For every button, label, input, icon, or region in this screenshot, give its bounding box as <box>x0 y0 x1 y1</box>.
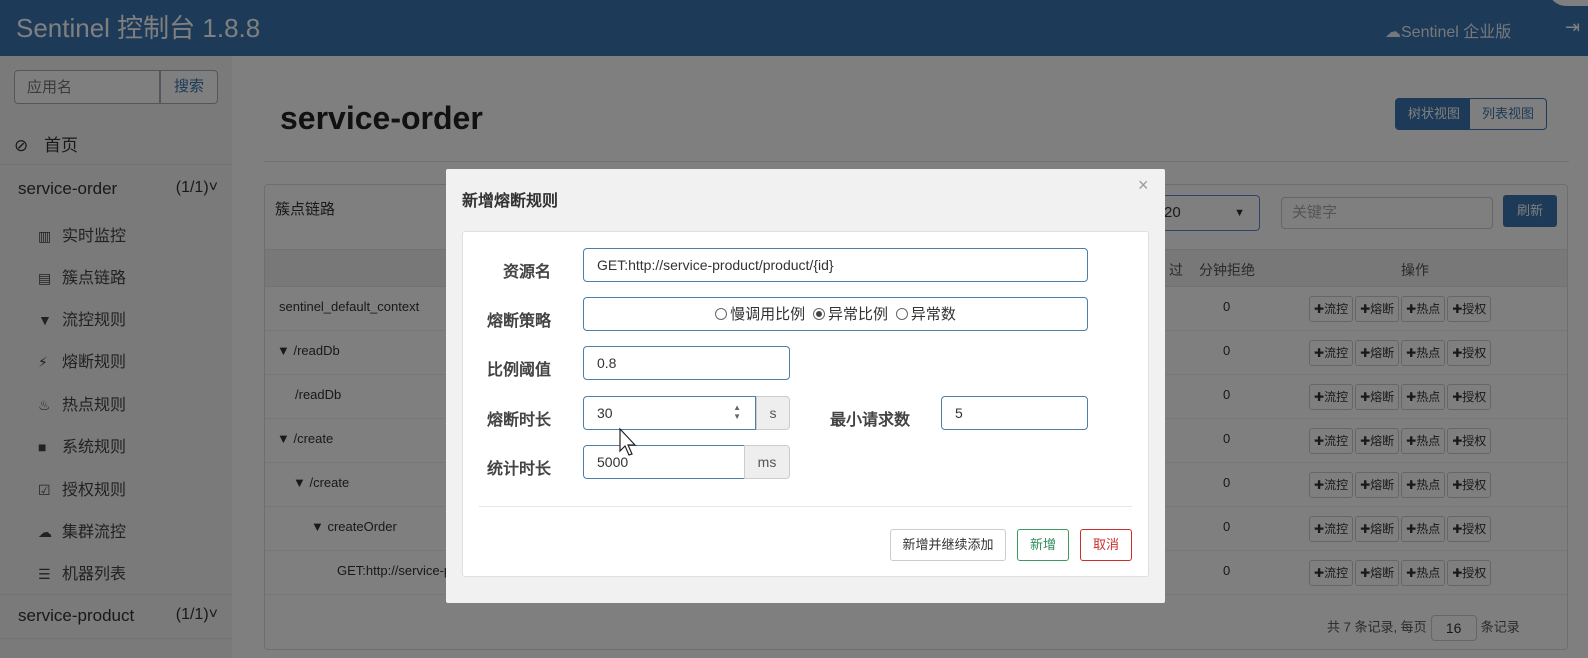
radio-label: 异常比例 <box>827 306 888 323</box>
form-divider <box>479 506 1132 507</box>
stat-duration-label: 统计时长 <box>487 461 552 478</box>
min-request-input[interactable]: 5 <box>941 396 1088 430</box>
threshold-input[interactable]: 0.8 <box>583 346 790 380</box>
modal-title: 新增熔断规则 <box>462 193 559 210</box>
add-button[interactable]: 新增 <box>1017 529 1069 561</box>
threshold-label: 比例阈值 <box>487 362 552 379</box>
radio-checked-icon <box>812 308 825 320</box>
min-request-label: 最小请求数 <box>830 412 911 429</box>
resource-input[interactable]: GET:http://service-product/product/{id} <box>583 248 1088 282</box>
cancel-button[interactable]: 取消 <box>1080 529 1132 561</box>
radio-icon <box>715 308 728 320</box>
duration-unit: s <box>756 396 790 430</box>
add-and-continue-button[interactable]: 新增并继续添加 <box>890 529 1006 561</box>
radio-label: 异常数 <box>910 306 956 323</box>
duration-label: 熔断时长 <box>487 412 552 429</box>
modal-form: 资源名 GET:http://service-product/product/{… <box>462 231 1149 577</box>
radio-slow-ratio[interactable]: 慢调用比例 <box>715 299 805 331</box>
radio-label: 慢调用比例 <box>730 306 806 323</box>
mouse-cursor-icon <box>619 427 637 456</box>
add-degrade-rule-modal: 新增熔断规则 × 资源名 GET:http://service-product/… <box>446 169 1165 603</box>
stat-duration-unit: ms <box>744 445 790 479</box>
duration-value: 30 <box>597 405 613 421</box>
radio-error-ratio[interactable]: 异常比例 <box>812 299 888 331</box>
radio-error-count[interactable]: 异常数 <box>895 299 956 331</box>
duration-input[interactable]: 30 ▲ ▼ <box>583 396 756 430</box>
stat-duration-input[interactable]: 5000 <box>583 445 745 479</box>
radio-icon <box>895 308 908 320</box>
close-icon[interactable]: × <box>1138 175 1149 196</box>
spinner-icon[interactable]: ▲ ▼ <box>733 403 741 421</box>
resource-label: 资源名 <box>503 264 552 281</box>
strategy-radio-group: 慢调用比例 异常比例 异常数 <box>583 297 1088 331</box>
strategy-label: 熔断策略 <box>487 313 552 330</box>
